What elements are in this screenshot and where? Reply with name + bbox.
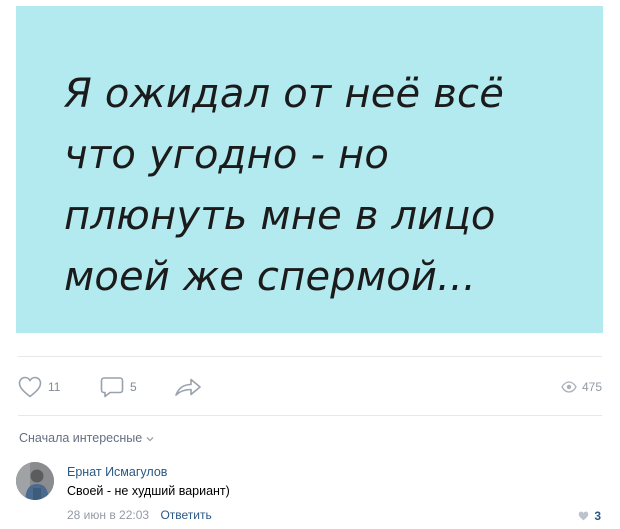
comment-author[interactable]: Ернат Исмагулов: [67, 465, 167, 479]
avatar[interactable]: [16, 462, 54, 500]
share-arrow-icon: [174, 376, 202, 398]
divider: [18, 415, 602, 416]
eye-icon: [561, 378, 577, 397]
comment-like-count: 3: [594, 508, 601, 523]
comment-text: Своей - не худший вариант): [67, 484, 230, 498]
comment-like-button[interactable]: 3: [578, 506, 601, 525]
views-count: 475: [581, 380, 602, 394]
image-text-line: плюнуть мне в лицо: [64, 193, 496, 239]
reply-button[interactable]: Ответить: [160, 508, 211, 522]
heart-icon: [18, 376, 42, 398]
chevron-down-icon: [146, 431, 154, 445]
image-text-line: моей же спермой...: [64, 254, 476, 300]
divider: [18, 356, 602, 357]
image-text-line: что угодно - но: [64, 132, 390, 178]
like-count: 11: [48, 380, 61, 394]
comment-bubble-icon: [100, 376, 124, 398]
comment-count: 5: [130, 380, 137, 394]
post-image[interactable]: Я ожидал от неё всё что угодно - но плюн…: [16, 6, 603, 333]
comment-meta: 28 июн в 22:03 Ответить: [67, 508, 212, 522]
comment-date[interactable]: 28 июн в 22:03: [67, 508, 149, 522]
comment-item: Ернат Исмагулов Своей - не худший вариан…: [16, 460, 604, 524]
post-action-bar: 11 5 475: [18, 374, 602, 400]
comments-sort-toggle[interactable]: Сначала интересные: [19, 431, 154, 445]
views-counter: 475: [561, 374, 602, 400]
heart-icon: [578, 506, 589, 525]
post-image-text: Я ожидал от неё всё что угодно - но плюн…: [64, 64, 594, 308]
sort-label: Сначала интересные: [19, 431, 143, 445]
like-button[interactable]: 11: [18, 374, 60, 400]
image-text-line: Я ожидал от неё всё: [64, 71, 505, 117]
comment-button[interactable]: 5: [100, 374, 137, 400]
share-button[interactable]: [174, 374, 202, 400]
